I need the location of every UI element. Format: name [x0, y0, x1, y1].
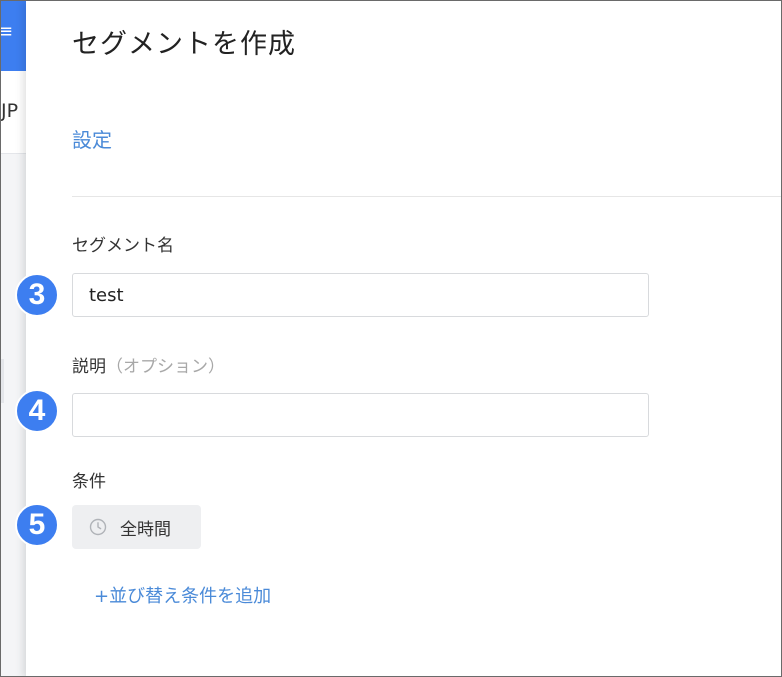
optional-note: （オプション）: [106, 357, 225, 377]
time-range-chip-label: 全時間: [120, 519, 171, 540]
background-partial-text: JP: [1, 100, 19, 122]
segment-name-input[interactable]: [72, 273, 649, 317]
description-label-text: 説明: [72, 357, 106, 377]
create-segment-panel: セグメントを作成 設定 セグメント名 説明（オプション） 条件 全時間 +並び替…: [26, 1, 781, 676]
tab-settings[interactable]: 設定: [72, 125, 112, 155]
section-divider: [72, 196, 781, 197]
screenshot-frame: ≡ JP セグメントを作成 設定 セグメント名 説明（オプション） 条件 全時間…: [0, 0, 782, 677]
step-marker-4: 4: [15, 389, 59, 433]
description-input[interactable]: [72, 393, 649, 437]
segment-name-label: セグメント名: [72, 236, 174, 256]
conditions-label: 条件: [72, 472, 106, 492]
add-sort-condition-link[interactable]: +並び替え条件を追加: [94, 584, 271, 610]
step-marker-3: 3: [15, 273, 59, 317]
clock-icon: [89, 518, 107, 536]
menu-icon: ≡: [1, 23, 13, 41]
description-label: 説明（オプション）: [72, 355, 225, 379]
panel-title: セグメントを作成: [72, 29, 296, 60]
menu-button[interactable]: ≡: [1, 1, 27, 71]
background-tab-indicator: [1, 359, 4, 403]
time-range-chip[interactable]: 全時間: [72, 505, 201, 549]
step-marker-5: 5: [15, 503, 59, 547]
